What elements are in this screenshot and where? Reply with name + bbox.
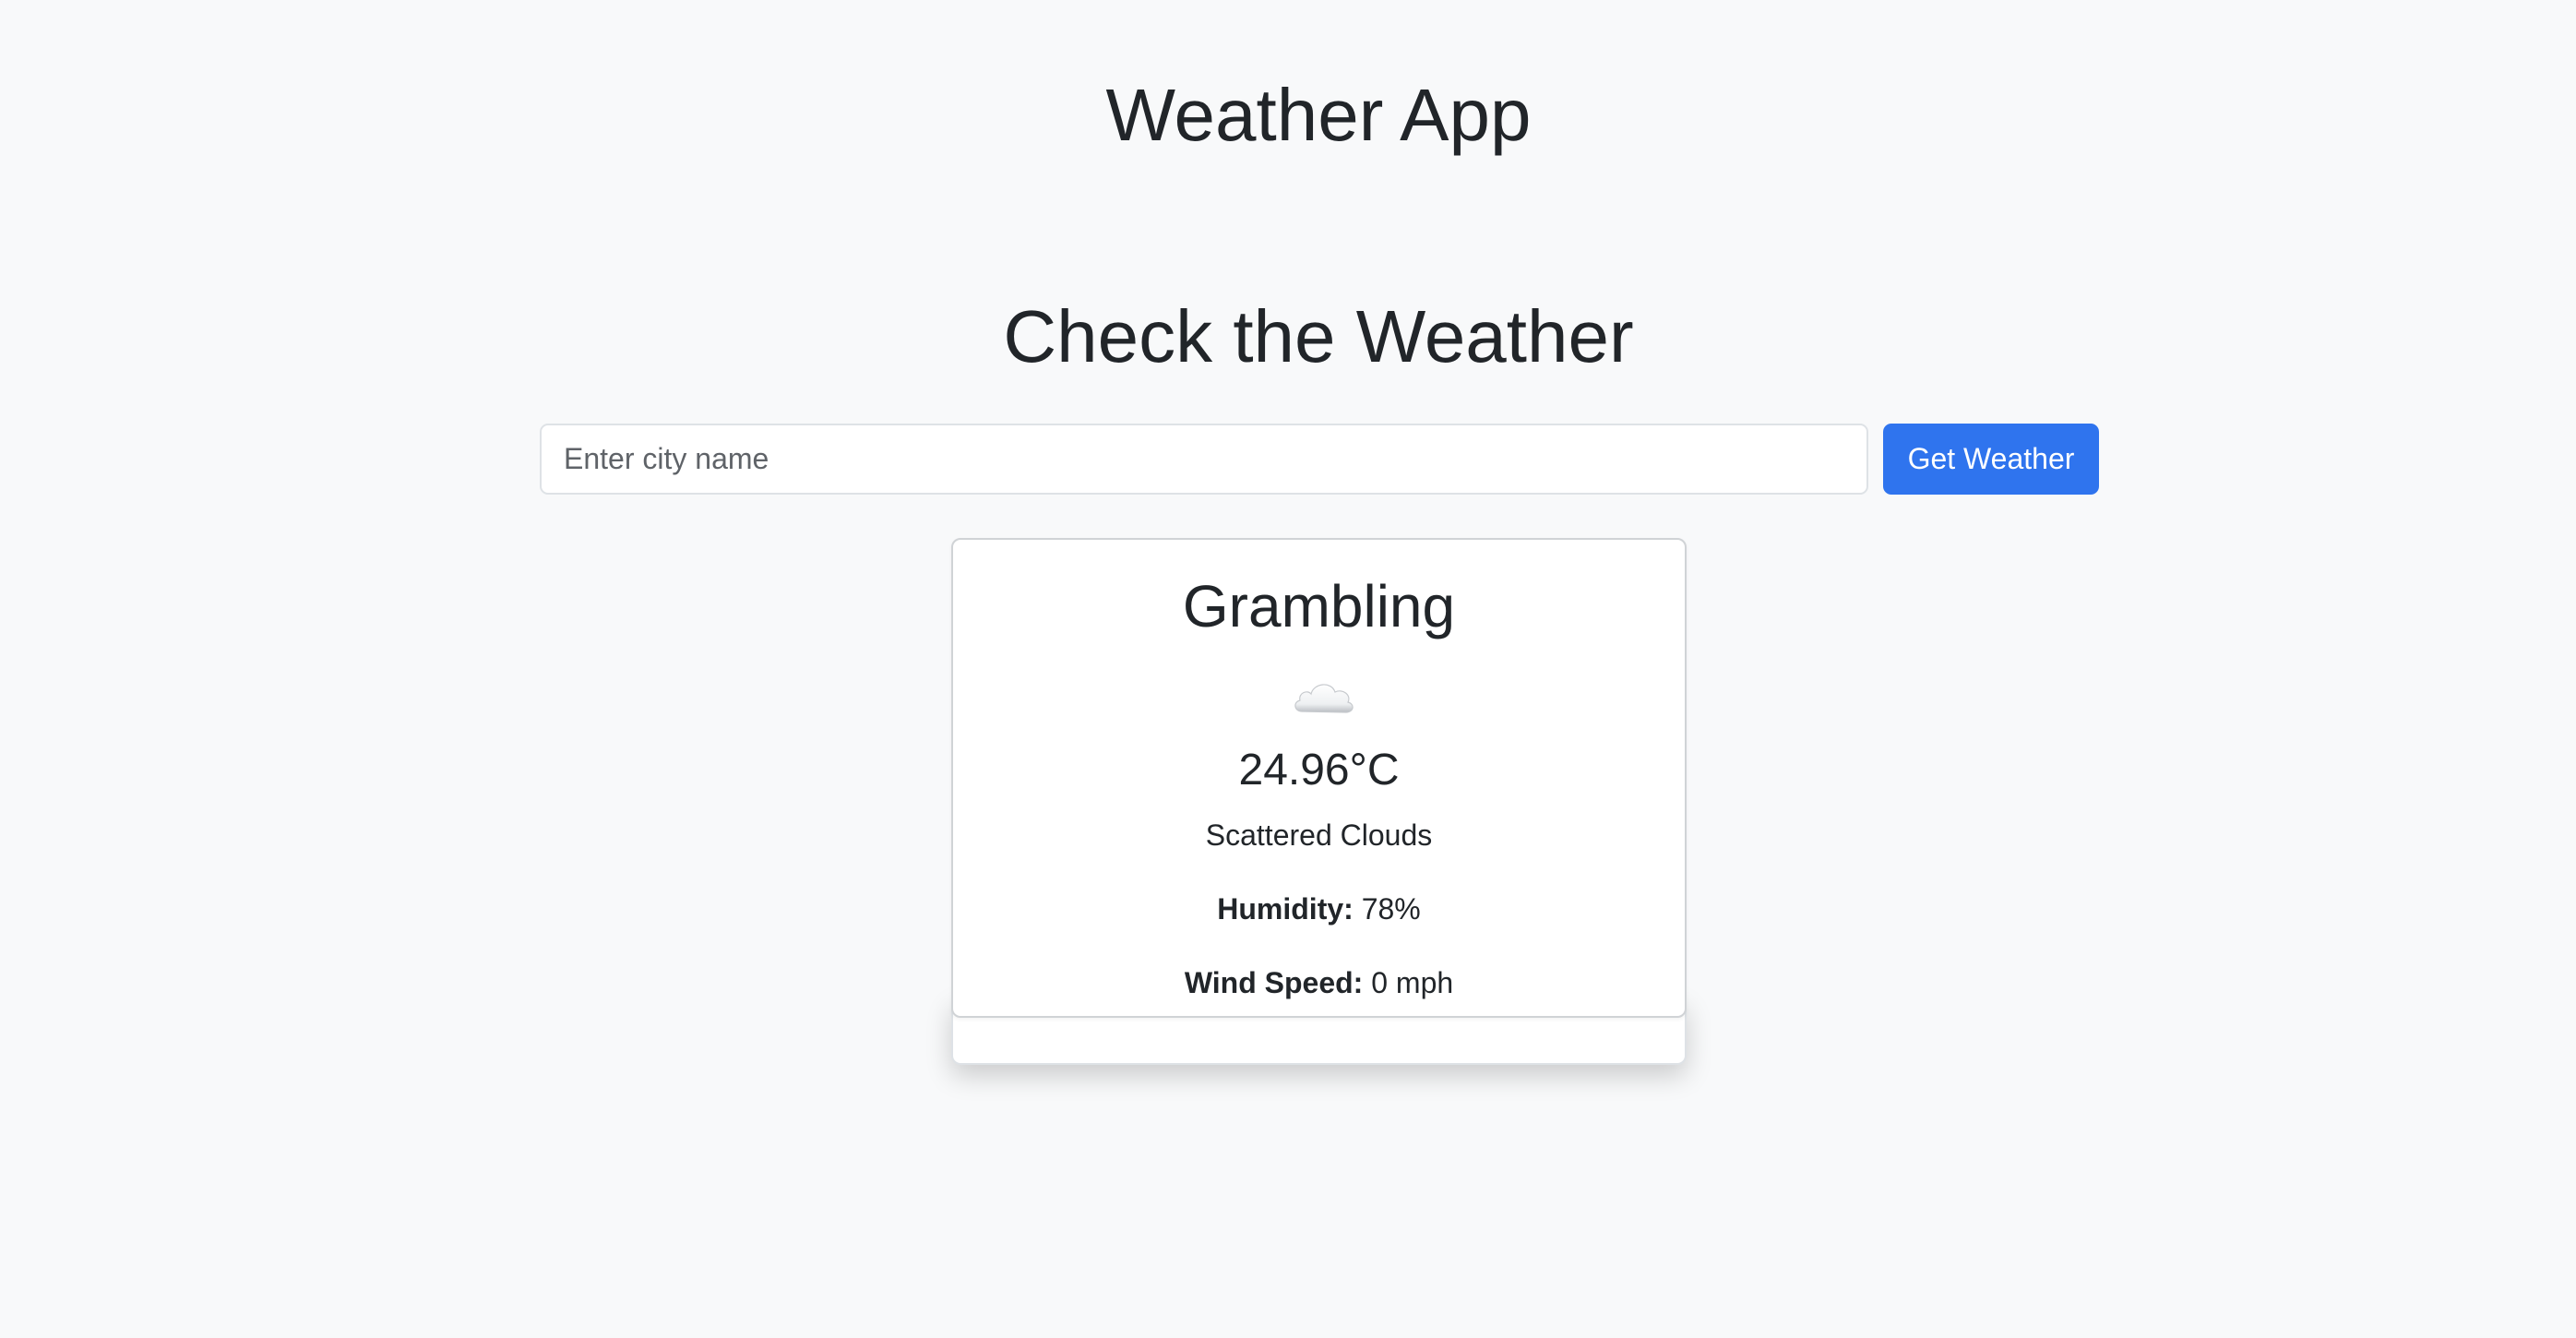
weather-app: Weather App Check the Weather Get Weathe… bbox=[0, 0, 2576, 1338]
humidity-value: 78% bbox=[1361, 892, 1421, 926]
wind-speed-row: Wind Speed: 0 mph bbox=[953, 964, 1685, 1001]
city-name: Grambling bbox=[1182, 573, 1456, 639]
humidity-label: Humidity: bbox=[1217, 892, 1354, 926]
humidity-row: Humidity: 78% bbox=[953, 890, 1685, 927]
city-search-input[interactable] bbox=[540, 424, 1868, 495]
temperature: 24.96°C bbox=[1238, 746, 1400, 794]
weather-card: Grambling 24.96°C Scattered Clouds Humid… bbox=[951, 538, 1687, 1018]
section-heading: Check the Weather bbox=[1003, 295, 1634, 377]
cloud-icon bbox=[1294, 684, 1354, 713]
search-form: Get Weather bbox=[540, 424, 2099, 495]
weather-description: Scattered Clouds bbox=[1205, 818, 1433, 852]
wind-speed-label: Wind Speed: bbox=[1184, 966, 1364, 999]
get-weather-button[interactable]: Get Weather bbox=[1883, 424, 2099, 495]
wind-speed-value: 0 mph bbox=[1371, 966, 1454, 999]
app-title: Weather App bbox=[1105, 74, 1532, 156]
